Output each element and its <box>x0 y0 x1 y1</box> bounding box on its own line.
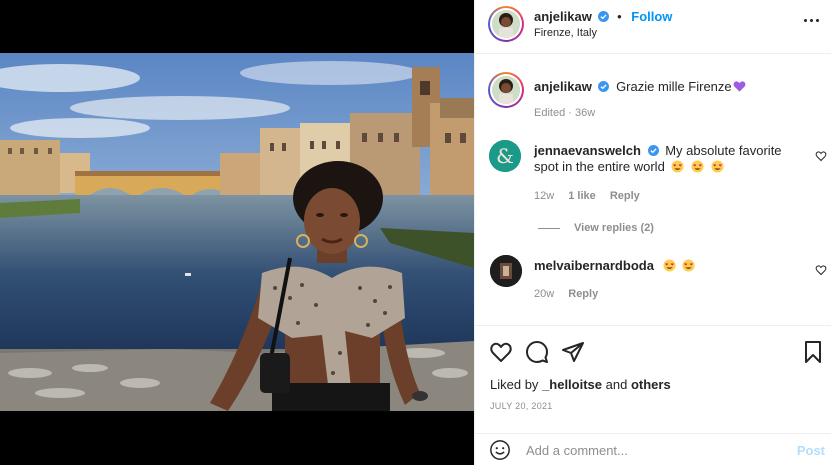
post-sidebar: anjelikaw • Follow Firenze, Italy anjeli… <box>474 0 831 465</box>
add-comment-bar: Post <box>475 433 831 465</box>
verified-badge-icon <box>647 145 659 156</box>
comment-username[interactable]: melvaibernardboda <box>534 258 654 273</box>
comment-meta: 20w Reply <box>534 288 609 300</box>
verified-badge-icon <box>598 11 610 22</box>
author-username[interactable]: anjelikaw <box>534 9 592 24</box>
avatar-photo <box>492 10 520 38</box>
comment-body: melvaibernardboda <box>534 258 784 274</box>
comment-username[interactable]: jennaevanswelch <box>534 143 641 158</box>
view-replies-label[interactable]: View replies (2) <box>574 222 654 234</box>
add-comment-input[interactable] <box>526 440 781 460</box>
ampersand-logo-icon: & <box>489 140 521 172</box>
photo-ponte-vecchio <box>0 53 474 411</box>
caption-edited-meta: Edited · 36w <box>534 107 596 119</box>
caption-username[interactable]: anjelikaw <box>534 79 592 94</box>
purple-heart-emoji <box>733 81 746 92</box>
liked-by-and: and <box>605 377 628 392</box>
post-caption: anjelikaw Grazie mille Firenze <box>534 79 814 94</box>
emoji-picker-icon[interactable] <box>489 439 511 461</box>
header-user-line: anjelikaw • Follow <box>534 9 672 24</box>
comment-body: jennaevanswelch My absolute favorite spo… <box>534 143 784 175</box>
caption-text: Grazie mille Firenze <box>616 79 732 94</box>
more-options-icon[interactable] <box>804 19 820 23</box>
like-comment-heart-icon[interactable] <box>815 150 827 162</box>
post-header: anjelikaw • Follow Firenze, Italy <box>475 0 831 54</box>
reply-button[interactable]: Reply <box>610 190 640 202</box>
follow-button[interactable]: Follow <box>631 9 672 24</box>
heart-eyes-emoji <box>660 258 696 273</box>
liked-by-prefix: Liked by <box>490 377 539 392</box>
post-comment-button[interactable]: Post <box>797 443 825 458</box>
bookmark-icon[interactable] <box>801 340 825 364</box>
comment-time: 12w <box>534 190 555 202</box>
comment-time: 20w <box>534 288 555 300</box>
verified-badge-icon <box>598 81 610 92</box>
heart-icon[interactable] <box>489 340 513 364</box>
post-date[interactable]: JULY 20, 2021 <box>490 401 553 411</box>
comment-likes[interactable]: 1 like <box>568 190 596 202</box>
reply-button[interactable]: Reply <box>568 288 598 300</box>
liked-by-user[interactable]: _helloitse <box>542 377 602 392</box>
comment-avatar-melvaibernardboda[interactable] <box>490 255 522 287</box>
heart-eyes-emoji <box>668 159 724 174</box>
separator-dot: • <box>617 9 622 24</box>
comment-avatar-jennaevanswelch[interactable]: & <box>489 140 521 172</box>
comment-bubble-icon[interactable] <box>525 340 549 364</box>
view-replies-button[interactable]: View replies (2) <box>538 222 654 234</box>
liked-by-line: Liked by _helloitse and others <box>490 377 671 392</box>
like-comment-heart-icon[interactable] <box>815 264 827 276</box>
avatar-photo <box>492 76 520 104</box>
post-photo[interactable] <box>0 53 474 411</box>
paper-plane-icon[interactable] <box>561 340 585 364</box>
post-media <box>0 0 474 465</box>
avatar-photo <box>490 255 522 287</box>
caption-avatar[interactable] <box>488 72 524 108</box>
post-actions: Liked by _helloitse and others JULY 20, … <box>475 325 831 465</box>
replies-divider <box>538 227 560 229</box>
comment-meta: 12w 1 like Reply <box>534 190 651 202</box>
svg-text:&: & <box>496 144 514 168</box>
post-location[interactable]: Firenze, Italy <box>534 27 597 39</box>
liked-by-others[interactable]: others <box>631 377 671 392</box>
comments-list: anjelikaw Grazie mille Firenze Edited · … <box>475 54 831 324</box>
author-avatar[interactable] <box>488 6 524 42</box>
